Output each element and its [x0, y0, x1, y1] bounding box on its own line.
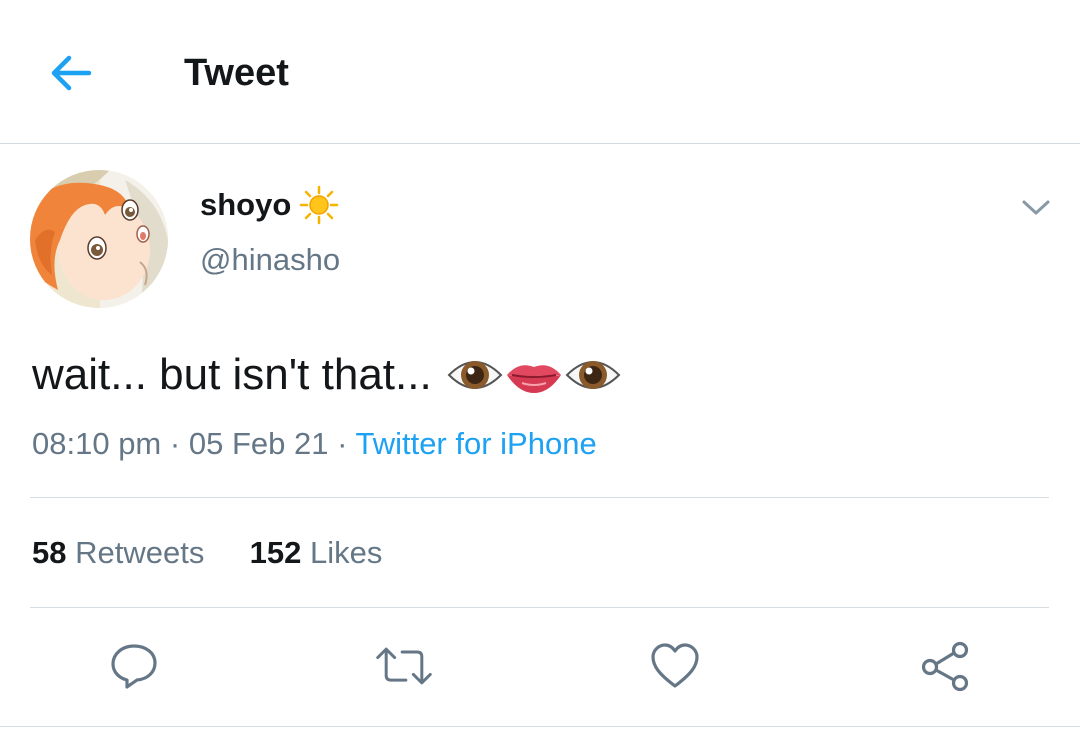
sun-icon: [299, 185, 339, 225]
tweet-stats: 58 Retweets 152 Likes: [32, 532, 382, 574]
arrow-left-icon: [51, 55, 92, 91]
tweet-text-content: wait... but isn't that...: [32, 350, 432, 399]
likes-label: Likes: [309, 535, 383, 570]
divider: [30, 497, 1049, 498]
retweets-stat[interactable]: 58 Retweets: [32, 535, 213, 570]
reply-button[interactable]: [104, 636, 164, 696]
tweet-source-link[interactable]: Twitter for iPhone: [355, 426, 596, 461]
eye-icon: [447, 361, 503, 389]
tweet-emojis: [446, 346, 622, 404]
meta-separator: ·: [337, 426, 348, 461]
share-icon: [921, 641, 969, 692]
tweet-time: 08:10 pm: [32, 426, 162, 461]
author-name-row[interactable]: shoyo: [200, 184, 339, 226]
mouth-icon: [506, 365, 561, 393]
more-options-button[interactable]: [1016, 192, 1056, 224]
avatar[interactable]: [30, 170, 168, 308]
chevron-down-icon: [1022, 200, 1050, 215]
top-bar: Tweet: [0, 0, 1080, 144]
reply-icon: [111, 644, 157, 689]
eye-icon: [565, 361, 621, 389]
retweet-icon: [376, 647, 432, 685]
tweet-text: wait... but isn't that...: [32, 346, 622, 404]
divider: [0, 726, 1080, 727]
like-button[interactable]: [645, 636, 705, 696]
share-button[interactable]: [915, 636, 975, 696]
divider: [30, 607, 1049, 608]
user-handle[interactable]: @hinasho: [200, 240, 340, 280]
display-name: shoyo: [200, 187, 292, 222]
avatar-image: [30, 170, 168, 308]
page-title: Tweet: [184, 52, 289, 94]
retweets-count: 58: [32, 535, 67, 570]
retweet-button[interactable]: [374, 636, 434, 696]
meta-separator: ·: [169, 426, 181, 461]
tweet-meta: 08:10 pm · 05 Feb 21 · Twitter for iPhon…: [32, 424, 597, 464]
likes-stat[interactable]: 152 Likes: [250, 535, 383, 570]
like-icon: [651, 643, 699, 688]
back-button[interactable]: [46, 50, 96, 96]
likes-count: 152: [249, 535, 302, 570]
retweets-label: Retweets: [75, 535, 205, 570]
tweet-date: 05 Feb 21: [188, 426, 329, 461]
